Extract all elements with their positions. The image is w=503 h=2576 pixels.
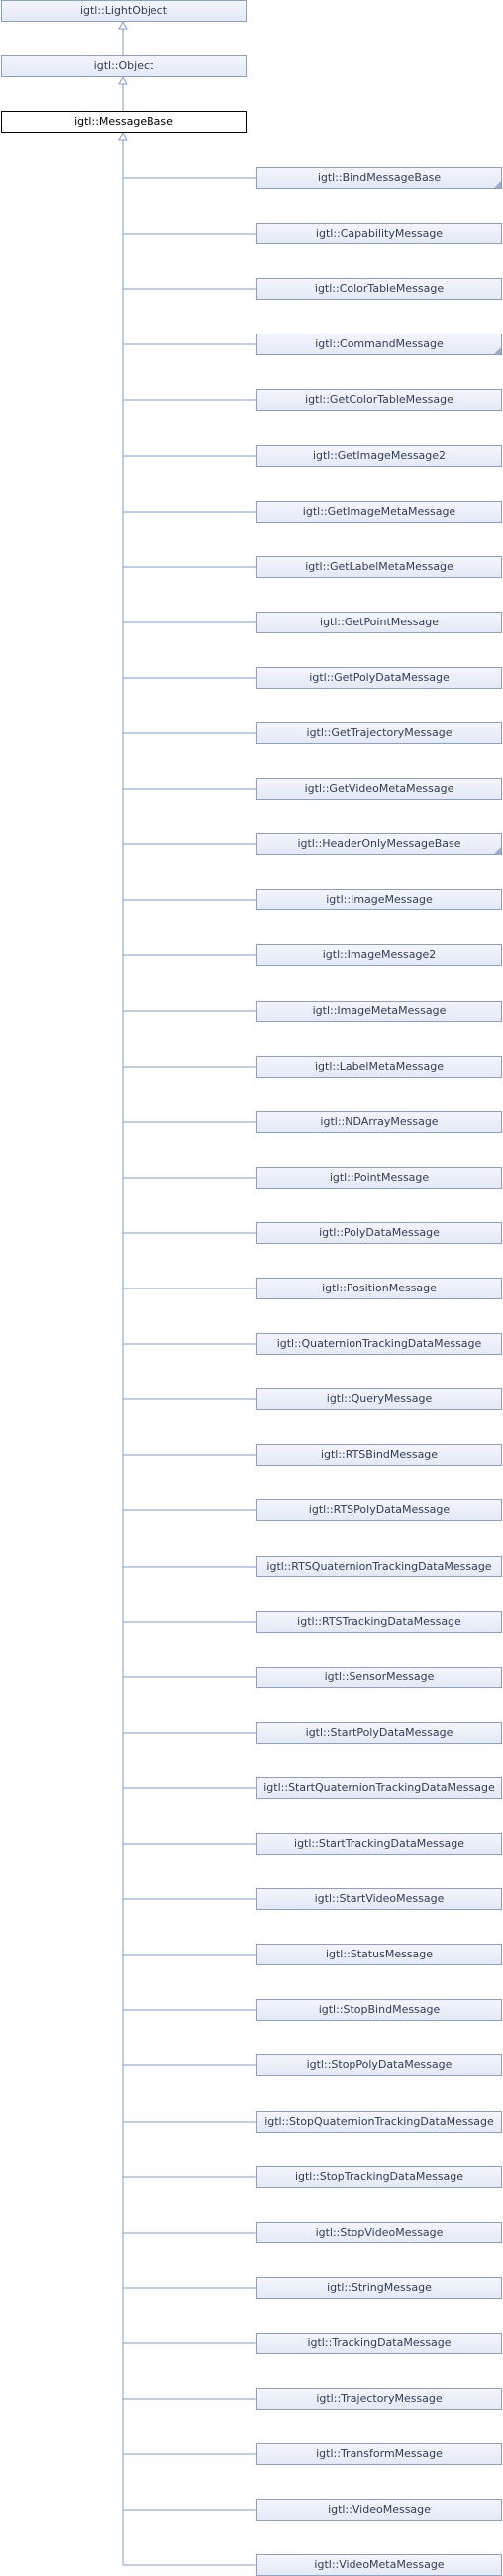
class-node-query-message[interactable]: igtl::QueryMessage	[256, 1388, 502, 1410]
class-node-label: igtl::GetPointMessage	[320, 616, 439, 628]
class-node-rtspoly-data-message[interactable]: igtl::RTSPolyDataMessage	[256, 1499, 502, 1521]
class-node-ndarray-message[interactable]: igtl::NDArrayMessage	[256, 1111, 502, 1133]
class-node-bind-message-base[interactable]: igtl::BindMessageBase	[256, 167, 502, 189]
class-node-point-message[interactable]: igtl::PointMessage	[256, 1167, 502, 1189]
more-subclasses-icon	[494, 181, 501, 188]
class-node-label: igtl::StringMessage	[327, 2281, 432, 2294]
class-node-get-image-meta-message[interactable]: igtl::GetImageMetaMessage	[256, 501, 502, 523]
class-node-label: igtl::CapabilityMessage	[315, 227, 444, 239]
class-node-messagebase[interactable]: igtl::MessageBase	[1, 111, 247, 133]
class-node-label: igtl::Object	[93, 59, 154, 72]
class-node-label: igtl::TrackingDataMessage	[307, 2337, 452, 2349]
class-node-stop-poly-data-message[interactable]: igtl::StopPolyDataMessage	[256, 2054, 502, 2076]
class-node-image-meta-message[interactable]: igtl::ImageMetaMessage	[256, 1001, 502, 1022]
class-node-rtsbind-message[interactable]: igtl::RTSBindMessage	[256, 1444, 502, 1466]
class-node-command-message[interactable]: igtl::CommandMessage	[256, 334, 502, 355]
class-node-stop-bind-message[interactable]: igtl::StopBindMessage	[256, 1999, 502, 2021]
class-node-label: igtl::StopPolyDataMessage	[306, 2058, 453, 2071]
class-node-label: igtl::GetImageMetaMessage	[302, 505, 456, 518]
class-node-label: igtl::CommandMessage	[315, 337, 444, 350]
class-node-label-meta-message[interactable]: igtl::LabelMetaMessage	[256, 1056, 502, 1078]
inherit-arrow-lightobject	[118, 20, 128, 30]
class-node-label: igtl::GetVideoMetaMessage	[304, 782, 454, 795]
class-node-label: igtl::PolyDataMessage	[319, 1226, 440, 1239]
class-node-label: igtl::NDArrayMessage	[320, 1115, 439, 1128]
inherit-arrow-object	[118, 75, 128, 85]
class-node-label: igtl::GetLabelMetaMessage	[305, 560, 453, 573]
class-node-label: igtl::PositionMessage	[322, 1282, 437, 1294]
class-node-label: igtl::LabelMetaMessage	[314, 1060, 445, 1073]
class-node-capability-message[interactable]: igtl::CapabilityMessage	[256, 223, 502, 244]
class-node-label: igtl::TrajectoryMessage	[316, 2392, 443, 2405]
class-node-label: igtl::VideoMessage	[328, 2503, 431, 2516]
class-node-label: igtl::StartPolyDataMessage	[305, 1726, 453, 1739]
class-node-start-quaternion-tracking-data-message[interactable]: igtl::StartQuaternionTrackingDataMessage	[256, 1777, 502, 1799]
class-node-label: igtl::StopBindMessage	[318, 2003, 441, 2016]
class-node-label: igtl::StopQuaternionTrackingDataMessage	[264, 2115, 494, 2128]
class-node-label: igtl::StopTrackingDataMessage	[294, 2170, 464, 2183]
class-node-label: igtl::QuaternionTrackingDataMessage	[276, 1337, 482, 1350]
class-node-get-label-meta-message[interactable]: igtl::GetLabelMetaMessage	[256, 556, 502, 578]
class-node-image-message[interactable]: igtl::ImageMessage	[256, 889, 502, 910]
more-subclasses-icon	[494, 847, 501, 854]
class-node-start-poly-data-message[interactable]: igtl::StartPolyDataMessage	[256, 1722, 502, 1744]
class-node-label: igtl::GetImageMessage2	[312, 449, 447, 462]
class-node-label: igtl::ImageMessage	[326, 893, 433, 906]
class-node-label: igtl::SensorMessage	[324, 1670, 435, 1683]
class-node-label: igtl::GetTrajectoryMessage	[306, 726, 453, 739]
class-node-label: igtl::ColorTableMessage	[314, 282, 445, 295]
class-node-poly-data-message[interactable]: igtl::PolyDataMessage	[256, 1222, 502, 1244]
class-node-rtsquaternion-tracking-data-message[interactable]: igtl::RTSQuaternionTrackingDataMessage	[256, 1556, 502, 1577]
more-subclasses-icon	[494, 347, 501, 354]
class-node-label: igtl::GetPolyDataMessage	[309, 671, 450, 684]
class-node-label: igtl::QueryMessage	[326, 1392, 433, 1405]
class-node-get-image-message2[interactable]: igtl::GetImageMessage2	[256, 445, 502, 467]
class-node-label: igtl::VideoMetaMessage	[314, 2558, 445, 2571]
class-node-string-message[interactable]: igtl::StringMessage	[256, 2277, 502, 2299]
class-node-label: igtl::RTSTrackingDataMessage	[297, 1615, 461, 1628]
class-node-label: igtl::StartQuaternionTrackingDataMessage	[263, 1781, 495, 1794]
class-node-lightobject[interactable]: igtl::LightObject	[1, 0, 247, 22]
class-node-trajectory-message[interactable]: igtl::TrajectoryMessage	[256, 2388, 502, 2410]
class-node-rtstracking-data-message[interactable]: igtl::RTSTrackingDataMessage	[256, 1611, 502, 1633]
class-node-transform-message[interactable]: igtl::TransformMessage	[256, 2443, 502, 2465]
class-node-quaternion-tracking-data-message[interactable]: igtl::QuaternionTrackingDataMessage	[256, 1333, 502, 1355]
class-node-tracking-data-message[interactable]: igtl::TrackingDataMessage	[256, 2333, 502, 2354]
class-node-sensor-message[interactable]: igtl::SensorMessage	[256, 1667, 502, 1688]
class-node-get-video-meta-message[interactable]: igtl::GetVideoMetaMessage	[256, 778, 502, 800]
class-node-label: igtl::RTSQuaternionTrackingDataMessage	[266, 1560, 492, 1573]
class-node-label: igtl::ImageMetaMessage	[312, 1004, 447, 1017]
class-node-label: igtl::StopVideoMessage	[315, 2226, 444, 2239]
class-node-label: igtl::GetColorTableMessage	[305, 393, 453, 406]
class-node-status-message[interactable]: igtl::StatusMessage	[256, 1944, 502, 1965]
class-node-label: igtl::ImageMessage2	[322, 948, 437, 961]
class-node-position-message[interactable]: igtl::PositionMessage	[256, 1278, 502, 1299]
class-node-label: igtl::StatusMessage	[325, 1948, 434, 1960]
class-node-get-color-table-message[interactable]: igtl::GetColorTableMessage	[256, 389, 502, 411]
class-node-label: igtl::TransformMessage	[316, 2447, 443, 2460]
class-node-get-point-message[interactable]: igtl::GetPointMessage	[256, 612, 502, 633]
class-node-label: igtl::RTSBindMessage	[320, 1448, 439, 1461]
class-node-color-table-message[interactable]: igtl::ColorTableMessage	[256, 278, 502, 300]
class-node-object[interactable]: igtl::Object	[1, 55, 247, 77]
class-node-stop-quaternion-tracking-data-message[interactable]: igtl::StopQuaternionTrackingDataMessage	[256, 2111, 502, 2133]
inherit-arrow-messagebase	[118, 131, 128, 141]
class-node-label: igtl::MessageBase	[74, 115, 173, 128]
class-node-start-tracking-data-message[interactable]: igtl::StartTrackingDataMessage	[256, 1833, 502, 1855]
class-node-video-message[interactable]: igtl::VideoMessage	[256, 2499, 502, 2521]
class-node-stop-tracking-data-message[interactable]: igtl::StopTrackingDataMessage	[256, 2166, 502, 2188]
class-node-label: igtl::RTSPolyDataMessage	[308, 1503, 451, 1516]
class-node-get-poly-data-message[interactable]: igtl::GetPolyDataMessage	[256, 667, 502, 689]
class-node-label: igtl::BindMessageBase	[317, 171, 442, 184]
class-node-label: igtl::HeaderOnlyMessageBase	[297, 837, 461, 850]
class-node-get-trajectory-message[interactable]: igtl::GetTrajectoryMessage	[256, 722, 502, 744]
class-node-label: igtl::LightObject	[79, 4, 168, 17]
class-node-start-video-message[interactable]: igtl::StartVideoMessage	[256, 1888, 502, 1910]
class-node-image-message2[interactable]: igtl::ImageMessage2	[256, 944, 502, 966]
class-node-stop-video-message[interactable]: igtl::StopVideoMessage	[256, 2222, 502, 2243]
class-node-label: igtl::StartTrackingDataMessage	[294, 1837, 464, 1850]
class-node-label: igtl::PointMessage	[329, 1171, 430, 1184]
class-node-label: igtl::StartVideoMessage	[314, 1892, 445, 1905]
class-node-header-only-message-base[interactable]: igtl::HeaderOnlyMessageBase	[256, 833, 502, 855]
